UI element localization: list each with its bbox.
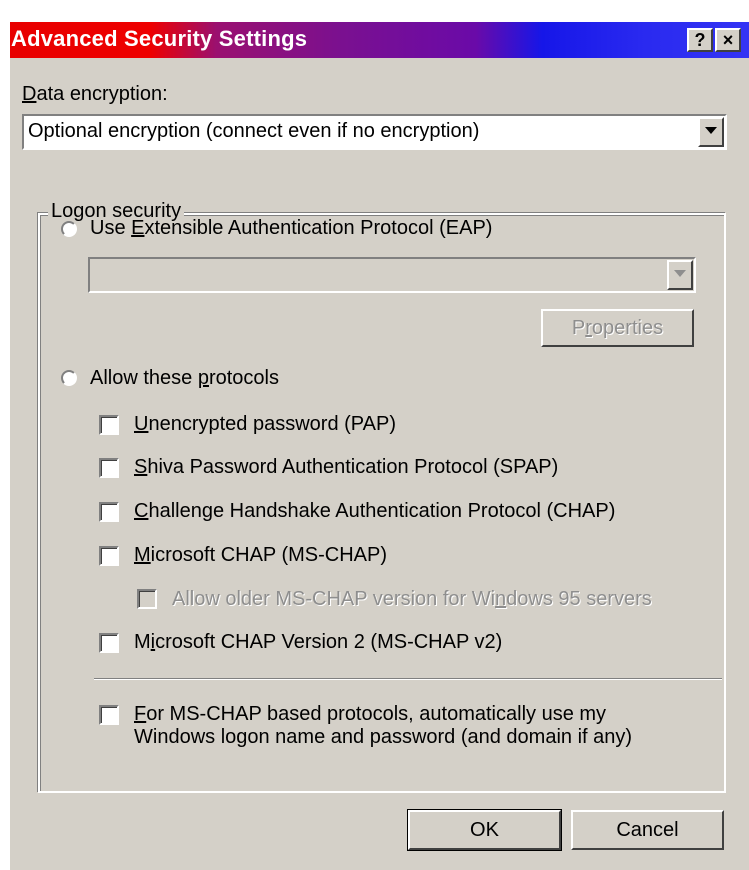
- eap-radio[interactable]: [61, 221, 77, 237]
- help-button[interactable]: ?: [687, 28, 713, 52]
- chevron-down-icon: [674, 270, 686, 277]
- allow-protocols-radio[interactable]: [61, 370, 77, 386]
- ms-chap-win95-label: Allow older MS-CHAP version for Windows …: [172, 588, 652, 610]
- properties-button[interactable]: Properties: [541, 309, 694, 347]
- ms-chap-win95-checkbox[interactable]: [137, 589, 157, 609]
- data-encryption-dropdown-button[interactable]: [698, 117, 724, 147]
- pap-checkbox[interactable]: [99, 415, 119, 435]
- ms-chap-label: Microsoft CHAP (MS-CHAP): [134, 544, 387, 566]
- eap-label: Use Extensible Authentication Protocol (…: [90, 217, 493, 239]
- auto-logon-checkbox[interactable]: [99, 705, 119, 725]
- cancel-button[interactable]: Cancel: [571, 810, 724, 850]
- eap-type-select[interactable]: [88, 257, 696, 293]
- pap-label: Unencrypted password (PAP): [134, 413, 396, 435]
- chap-label: Challenge Handshake Authentication Proto…: [134, 500, 616, 522]
- data-encryption-label: Data encryption:: [22, 83, 168, 105]
- auto-logon-label-line2: Windows logon name and password (and dom…: [134, 726, 633, 748]
- eap-type-dropdown-button[interactable]: [667, 260, 693, 290]
- ms-chap-v2-checkbox[interactable]: [99, 633, 119, 653]
- window-title: Advanced Security Settings: [11, 26, 308, 51]
- advanced-security-settings-dialog: Advanced Security Settings ? × Data encr…: [10, 22, 749, 870]
- ms-chap-v2-label: Microsoft CHAP Version 2 (MS-CHAP v2): [134, 631, 503, 653]
- properties-button-label: Properties: [571, 317, 664, 339]
- separator: [94, 678, 722, 680]
- auto-logon-label-line1: For MS-CHAP based protocols, automatical…: [134, 703, 607, 725]
- allow-protocols-label: Allow these protocols: [90, 367, 279, 389]
- ok-button[interactable]: OK: [407, 809, 562, 851]
- close-button[interactable]: ×: [715, 28, 741, 52]
- chevron-down-icon: [705, 127, 717, 134]
- spap-checkbox[interactable]: [99, 458, 119, 478]
- spap-label: Shiva Password Authentication Protocol (…: [134, 456, 559, 478]
- close-icon: ×: [722, 30, 734, 50]
- data-encryption-value: Optional encryption (connect even if no …: [28, 120, 480, 142]
- chap-checkbox[interactable]: [99, 502, 119, 522]
- title-bar[interactable]: Advanced Security Settings ? ×: [10, 22, 749, 58]
- ms-chap-checkbox[interactable]: [99, 546, 119, 566]
- data-encryption-select[interactable]: Optional encryption (connect even if no …: [22, 114, 727, 150]
